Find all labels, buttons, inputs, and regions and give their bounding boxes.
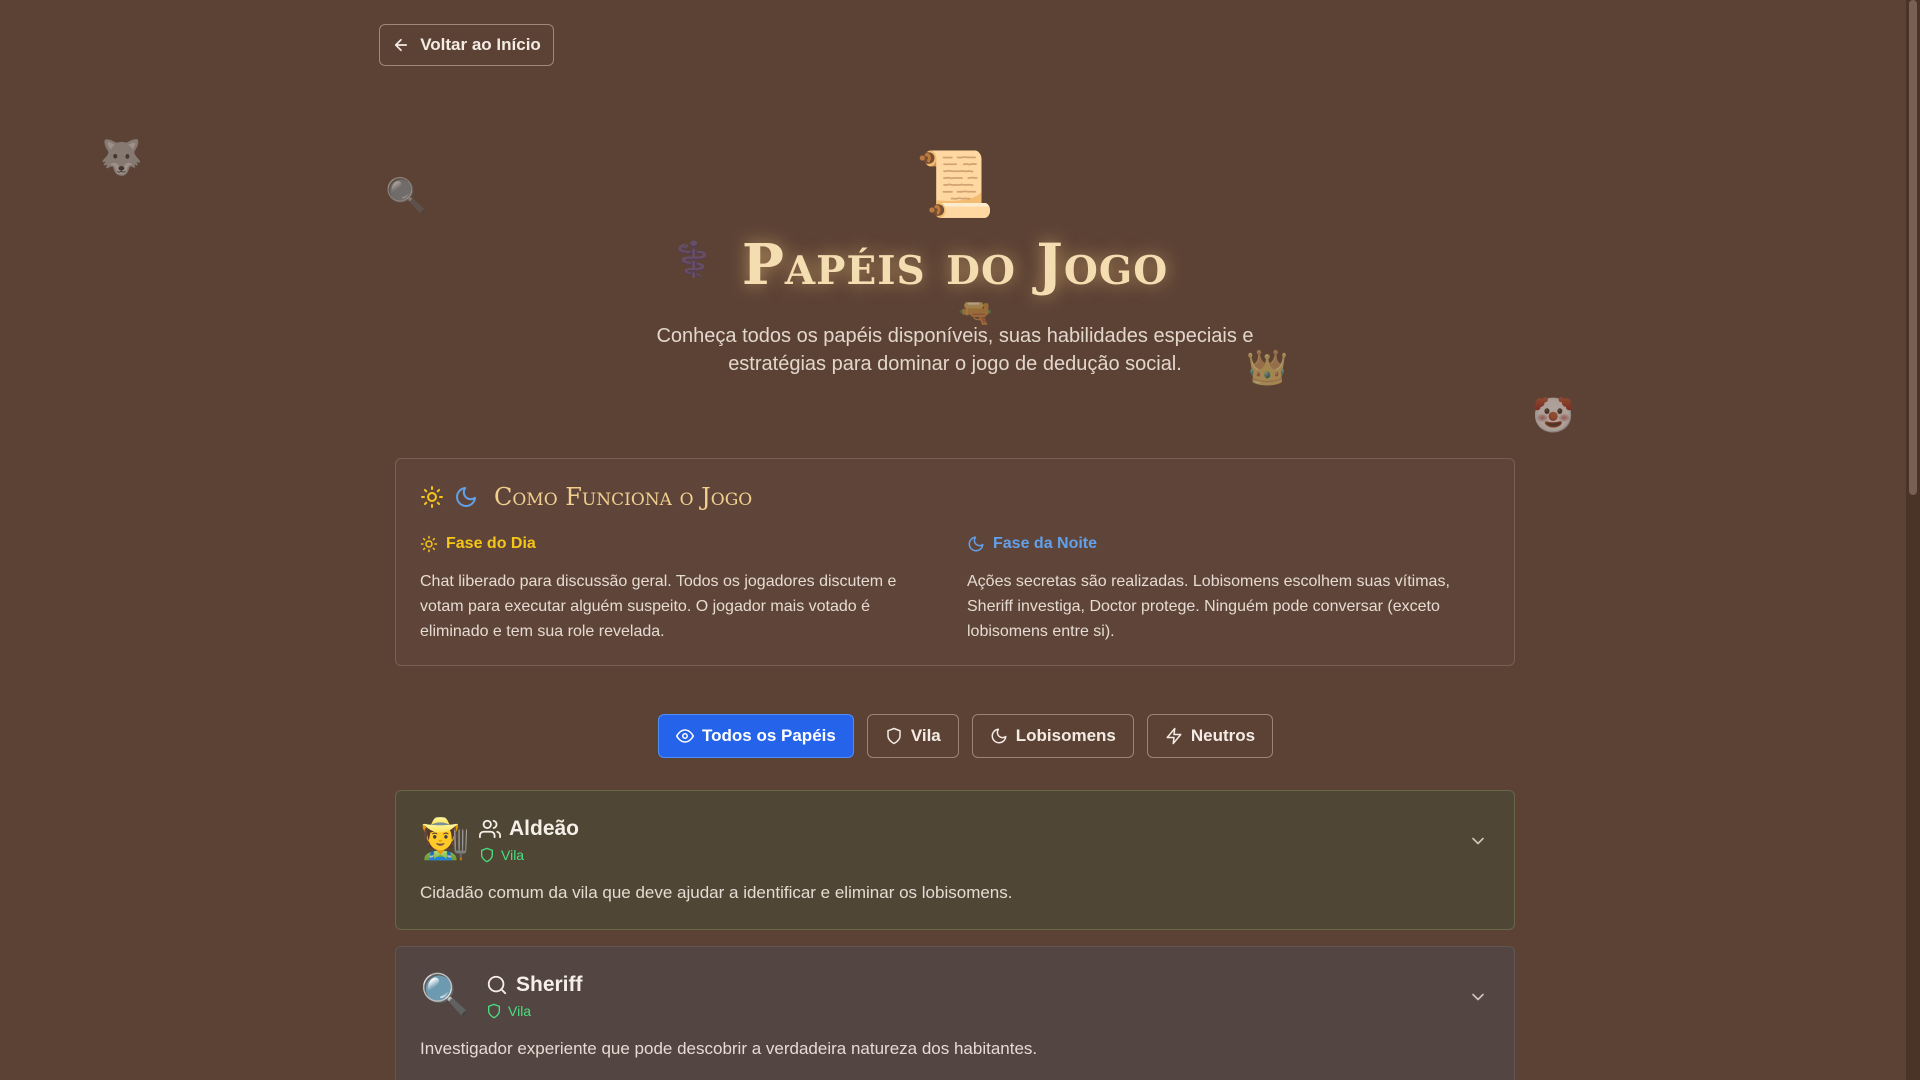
- chevron-down-icon[interactable]: [1468, 831, 1488, 851]
- day-phase-title: Fase do Dia: [446, 535, 536, 552]
- scrollbar[interactable]: [1906, 0, 1920, 1080]
- moon-icon: [991, 728, 1007, 744]
- filter-label: Vila: [910, 726, 941, 745]
- back-button-label: Voltar ao Início: [420, 35, 541, 54]
- role-description: Investigador experiente que pode descobr…: [420, 1039, 1038, 1058]
- page-title: Papéis do Jogo: [741, 232, 1169, 298]
- page-subtitle: Conheça todos os papéis disponíveis, sua…: [656, 325, 1254, 375]
- role-card-aldeao[interactable]: 🧑‍🌾 Aldeão Vila Cidadão comum da vila qu…: [395, 790, 1515, 930]
- villager-avatar-icon: 🧑‍🌾: [420, 817, 470, 861]
- moon-icon: [968, 536, 984, 552]
- role-name: Sheriff: [516, 973, 583, 996]
- magnifier-avatar-icon: 🔍: [420, 973, 470, 1017]
- role-team: Vila: [508, 1003, 532, 1019]
- night-phase: Fase da Noite Ações secretas são realiza…: [967, 535, 1477, 644]
- users-icon: [479, 819, 501, 839]
- eye-icon: [676, 729, 694, 743]
- filter-label: Todos os Papéis: [702, 726, 836, 745]
- shield-icon: [488, 1003, 500, 1019]
- day-phase: Fase do Dia Chat liberado para discussão…: [420, 535, 930, 644]
- night-phase-text: Ações secretas são realizadas. Lobisomen…: [967, 573, 1450, 640]
- sun-icon: [421, 486, 443, 508]
- night-phase-title: Fase da Noite: [993, 535, 1098, 552]
- filter-village[interactable]: Vila: [866, 714, 959, 758]
- role-team: Vila: [501, 847, 525, 863]
- role-name: Aldeão: [509, 817, 580, 840]
- role-filters: Todos os Papéis Vila Lobisomens Neutros: [658, 714, 1274, 758]
- how-it-works-card: Como Funciona o Jogo Fase do Dia Chat li…: [395, 458, 1515, 666]
- arrow-left-icon: [395, 38, 408, 52]
- moon-icon: [456, 487, 476, 507]
- filter-werewolves[interactable]: Lobisomens: [971, 714, 1134, 758]
- day-phase-text: Chat liberado para discussão geral. Todo…: [420, 573, 897, 640]
- scrollbar-thumb[interactable]: [1909, 0, 1917, 495]
- wolf-icon: 🐺: [100, 139, 143, 177]
- clown-icon: 🤡: [1532, 397, 1575, 435]
- shield-icon: [481, 847, 493, 863]
- filter-label: Neutros: [1190, 726, 1256, 745]
- chevron-down-icon[interactable]: [1468, 987, 1488, 1007]
- role-card-sheriff[interactable]: 🔍 Sheriff Vila Investigador experiente q…: [395, 946, 1515, 1080]
- how-it-works-heading: Como Funciona o Jogo: [420, 483, 752, 511]
- filter-neutrals[interactable]: Neutros: [1146, 714, 1274, 758]
- shield-icon: [887, 727, 901, 745]
- magnifier-decor-icon: 🔍: [385, 177, 428, 215]
- zap-icon: [1166, 727, 1182, 745]
- back-to-home-button[interactable]: Voltar ao Início: [379, 24, 554, 66]
- sun-icon: [420, 535, 438, 553]
- filter-label: Lobisomens: [1015, 726, 1116, 745]
- how-it-works-title: Como Funciona o Jogo: [494, 483, 753, 511]
- scroll-icon: 📜: [915, 148, 995, 220]
- filter-all-roles[interactable]: Todos os Papéis: [658, 714, 854, 758]
- search-icon: [487, 975, 507, 995]
- role-description: Cidadão comum da vila que deve ajudar a …: [420, 883, 1013, 902]
